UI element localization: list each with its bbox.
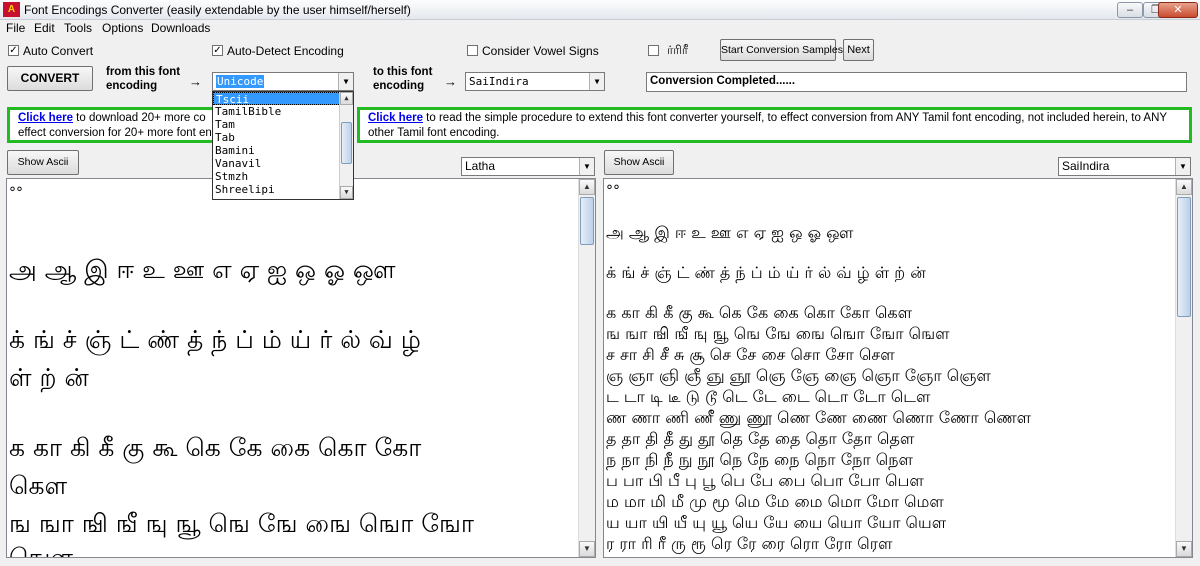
auto-convert-checkbox[interactable]: ✓: [8, 45, 19, 56]
chevron-down-icon[interactable]: ▼: [589, 73, 604, 90]
converted-line: ட டா டி டீ டு டூ டெ டே டை டொ டோ டௌ: [606, 387, 931, 406]
converted-line: அ ஆ இ ஈ உ ஊ எ ஏ ஐ ஒ ஓ ஔ: [606, 223, 854, 242]
source-scrollbar[interactable]: ▲ ▼: [578, 179, 595, 557]
converted-line: த தா தி தீ து தூ தெ தே தை தொ தோ தௌ: [606, 429, 915, 448]
source-line: °°: [9, 185, 23, 201]
extend-info-text: to read the simple procedure to extend t…: [422, 112, 1168, 124]
dropdown-option[interactable]: Stmzh: [213, 170, 353, 183]
to-encoding-label-2: encoding: [373, 80, 425, 92]
scroll-up-icon[interactable]: ▲: [340, 92, 353, 105]
converted-line: °°: [606, 183, 620, 199]
download-info-text: to download 20+ more co: [72, 112, 206, 124]
left-font-select[interactable]: Latha ▼: [461, 157, 595, 176]
chevron-down-icon[interactable]: ▼: [338, 73, 353, 90]
scroll-down-icon[interactable]: ▼: [1176, 541, 1192, 557]
dropdown-option[interactable]: Vanavil: [213, 157, 353, 170]
dropdown-option[interactable]: Tam: [213, 118, 353, 131]
extend-link[interactable]: Click here: [368, 112, 423, 124]
tamil-sample-label: ர்ரிரீ: [667, 43, 689, 57]
download-link[interactable]: Click here: [18, 112, 73, 124]
to-encoding-value: SaiIndira: [469, 75, 529, 88]
convert-button[interactable]: CONVERT: [7, 66, 93, 91]
converted-line: ஞ ஞா ஞி ஞீ ஞு ஞூ ஞெ ஞே ஞை ஞொ ஞோ ஞௌ: [606, 366, 991, 385]
extend-info-text-2: other Tamil font encoding.: [368, 127, 500, 139]
menu-downloads[interactable]: Downloads: [151, 21, 210, 35]
start-conversion-samples-button[interactable]: Start Conversion Samples: [720, 39, 843, 61]
from-arrow-icon: →: [189, 74, 202, 89]
vowel-signs-checkbox[interactable]: [467, 45, 478, 56]
next-button[interactable]: Next: [843, 39, 874, 61]
source-line: அ ஆ இ ஈ உ ஊ எ ஏ ஐ ஒ ஓ ஔ: [9, 255, 396, 284]
chevron-down-icon[interactable]: ▼: [579, 158, 594, 175]
scroll-up-icon[interactable]: ▲: [1176, 179, 1192, 195]
dropdown-option[interactable]: Tscii: [213, 92, 353, 106]
source-line: க் ங் ச் ஞ் ட் ண் த் ந் ப் ம் ய் ர் ல் வ…: [9, 325, 421, 354]
vowel-signs-label: Consider Vowel Signs: [482, 44, 599, 58]
converted-line: ய யா யி யீ யு யூ யெ யே யை யொ யோ யௌ: [606, 513, 947, 532]
chevron-down-icon[interactable]: ▼: [1175, 158, 1190, 175]
menu-options[interactable]: Options: [102, 21, 143, 35]
converted-line: ங ஙா ஙி ஙீ ஙு ஙூ ஙெ ஙே ஙை ஙொ ஙோ ஙௌ: [606, 324, 950, 343]
menu-edit[interactable]: Edit: [34, 21, 55, 35]
from-encoding-select[interactable]: Unicode ▼: [212, 72, 354, 91]
scroll-down-icon[interactable]: ▼: [340, 186, 353, 199]
dropdown-option[interactable]: TamilBible: [213, 105, 353, 118]
extend-info-box: Click here to read the simple procedure …: [357, 107, 1192, 143]
right-font-value: SaiIndira: [1062, 159, 1110, 173]
dropdown-scrollbar[interactable]: ▲ ▼: [339, 92, 353, 199]
tamil-sample-checkbox[interactable]: [648, 45, 659, 56]
show-ascii-right-button[interactable]: Show Ascii: [604, 150, 674, 175]
converted-line: ண ணா ணி ணீ ணு ணூ ணெ ணே ணை ணொ ணோ ணௌ: [606, 408, 1032, 427]
dropdown-option[interactable]: Bamini: [213, 144, 353, 157]
app-icon: A: [3, 2, 20, 17]
scroll-down-icon[interactable]: ▼: [579, 541, 595, 557]
converted-line: ப பா பி பீ பு பூ பெ பே பை பொ போ பௌ: [606, 471, 924, 490]
converted-line: ச சா சி சீ சு சூ செ சே சை சொ சோ சௌ: [606, 345, 895, 364]
source-line: கௌ: [9, 471, 68, 500]
close-button[interactable]: ✕: [1158, 2, 1198, 18]
to-encoding-label: to this font: [373, 66, 433, 78]
source-line: க கா கி கீ கு கூ கெ கே கை கொ கோ: [9, 433, 422, 462]
source-text-area[interactable]: °° அ ஆ இ ஈ உ ஊ எ ஏ ஐ ஒ ஓ ஔ க் ங் ச் ஞ் ட…: [6, 178, 596, 558]
right-font-select[interactable]: SaiIndira ▼: [1058, 157, 1191, 176]
menu-file[interactable]: File: [6, 21, 25, 35]
scroll-thumb[interactable]: [341, 122, 352, 164]
source-line: ஙௌ: [9, 543, 73, 558]
source-line: ங ஙா ஙி ஙீ ஙு ஙூ ஙெ ஙே ஙை ஙொ ஙோ: [9, 509, 474, 538]
auto-detect-checkbox[interactable]: ✓: [212, 45, 223, 56]
dropdown-option[interactable]: Tab: [213, 131, 353, 144]
to-arrow-icon: →: [444, 74, 457, 89]
converted-text-area[interactable]: °° அ ஆ இ ஈ உ ஊ எ ஏ ஐ ஒ ஓ ஔ க் ங் ச் ஞ் ட…: [603, 178, 1193, 558]
auto-convert-label: Auto Convert: [23, 44, 94, 58]
from-encoding-label: from this font: [106, 66, 181, 78]
minimize-button[interactable]: –: [1117, 2, 1143, 18]
left-font-value: Latha: [465, 159, 496, 173]
converted-line: ர ரா ரி ரீ ரு ரூ ரெ ரே ரை ரொ ரோ ரௌ: [606, 534, 893, 553]
status-box: Conversion Completed......: [646, 72, 1187, 92]
auto-detect-label: Auto-Detect Encoding: [227, 44, 344, 58]
show-ascii-left-button[interactable]: Show Ascii: [7, 150, 79, 175]
window-title: Font Encodings Converter (easily extenda…: [24, 3, 411, 17]
scroll-thumb[interactable]: [1177, 197, 1191, 317]
from-encoding-dropdown-list: Tscii TamilBible Tam Tab Bamini Vanavil …: [212, 91, 354, 200]
converted-line: ம மா மி மீ மு மூ மெ மே மை மொ மோ மௌ: [606, 492, 944, 511]
menu-tools[interactable]: Tools: [64, 21, 92, 35]
dropdown-option[interactable]: Shreelipi: [213, 183, 353, 196]
converted-line: ந நா நி நீ நு நூ நெ நே நை நொ நோ நௌ: [606, 450, 913, 469]
from-encoding-value: Unicode: [216, 75, 265, 88]
scroll-thumb[interactable]: [580, 197, 594, 245]
source-line: ள் ற் ன்: [9, 363, 89, 392]
scroll-up-icon[interactable]: ▲: [579, 179, 595, 195]
to-encoding-select[interactable]: SaiIndira ▼: [465, 72, 605, 91]
converted-line: க கா கி கீ கு கூ கெ கே கை கொ கோ கௌ: [606, 303, 913, 322]
converted-line: க் ங் ச் ஞ் ட் ண் த் ந் ப் ம் ய் ர் ல் வ…: [606, 263, 926, 282]
from-encoding-label-2: encoding: [106, 80, 158, 92]
converted-scrollbar[interactable]: ▲ ▼: [1175, 179, 1192, 557]
